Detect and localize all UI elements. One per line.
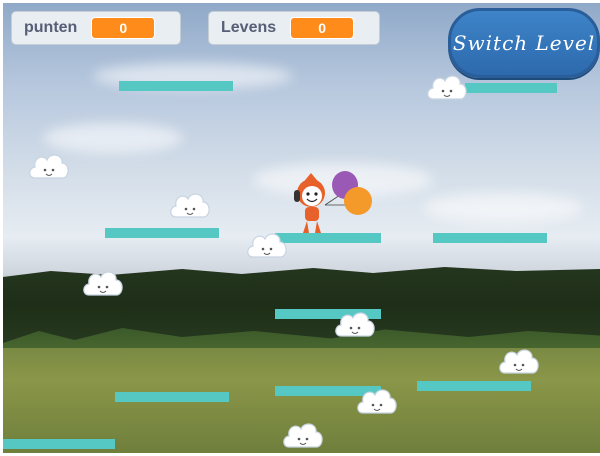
score-label: punten xyxy=(24,19,78,36)
cloud-sprite xyxy=(245,229,289,267)
cloud-sprite xyxy=(425,71,469,109)
score-value: 0 xyxy=(91,17,156,39)
cloud-sprite xyxy=(355,385,399,423)
platform xyxy=(3,439,115,449)
switch-level-label: Switch Level xyxy=(452,31,596,55)
cloud-sprite xyxy=(497,345,541,383)
cloud-sprite xyxy=(27,150,71,188)
platform xyxy=(115,392,229,402)
background-cloud xyxy=(423,193,583,223)
lives-label: Levens xyxy=(221,19,277,36)
platform xyxy=(465,83,557,93)
cloud-sprite xyxy=(168,189,212,227)
background-cloud xyxy=(43,123,183,153)
lives-value: 0 xyxy=(290,17,355,39)
switch-level-button[interactable]: Switch Level xyxy=(448,8,600,78)
cloud-sprite xyxy=(333,308,377,346)
cloud-sprite xyxy=(281,419,325,453)
player-sprite[interactable] xyxy=(291,171,381,239)
platform xyxy=(433,233,547,243)
platform xyxy=(119,81,233,91)
lives-monitor: Levens 0 xyxy=(208,11,380,45)
score-monitor: punten 0 xyxy=(11,11,181,45)
platform xyxy=(105,228,219,238)
cloud-sprite xyxy=(81,267,125,305)
